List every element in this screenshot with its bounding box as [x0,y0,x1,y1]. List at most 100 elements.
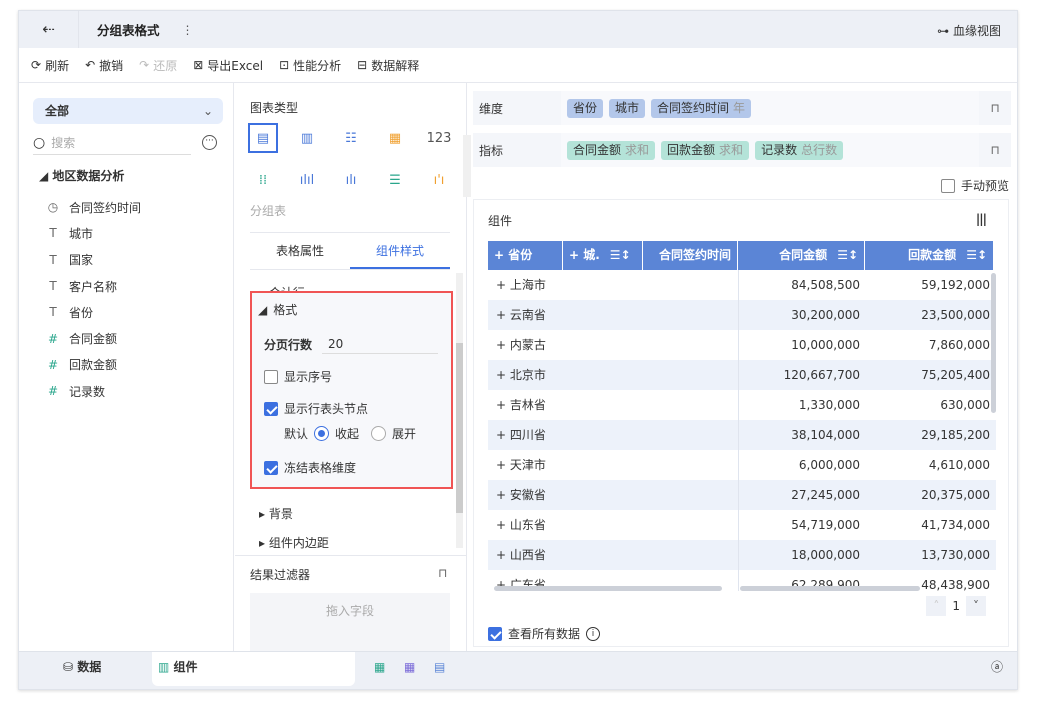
sort-icon[interactable]: ☰↕ [610,248,631,262]
column-header[interactable]: 回款金额 ☰↕ [865,241,994,270]
measure-pill[interactable]: 记录数 总行数 [755,140,844,160]
sort-icon[interactable]: ☰↕ [837,248,858,262]
group-table: + 省份☰↕ + 城. ☰↕ 合同签约时间☰↕ 合同金额 ☰↕ 回款金额 ☰↕ + 上海市 84,… [488,241,996,591]
section-background[interactable]: ▸ 背景 [259,505,293,522]
kpi-card-icon[interactable]: ▦ [380,123,410,153]
chevron-up-icon[interactable]: ˄ [926,596,947,616]
expand-icon[interactable]: + [496,398,510,412]
lock-icon[interactable]: ⊓ [979,143,1011,157]
measure-pill[interactable]: 回款金额 求和 [661,140,750,160]
exit-icon[interactable]: ⇠ [19,11,79,48]
column-header[interactable]: 合同金额 ☰↕ [738,241,865,270]
refresh-button[interactable]: ⟳ 刷新 [31,57,69,74]
expand-icon[interactable]: + [496,428,510,442]
number-icon[interactable]: 123 [424,123,454,153]
group-table-icon[interactable]: ▤ [248,123,278,153]
dimension-pill[interactable]: 城市 [609,98,646,118]
bar-chart-icon[interactable]: ılı [336,165,366,195]
refresh-icon: ⟳ [31,58,42,72]
expand-icon[interactable]: + [496,338,510,352]
tree-group[interactable]: ◢ 地区数据分析 [39,167,141,184]
table-row: + 安徽省 27,245,000 20,375,000 [488,480,996,510]
field-item[interactable]: T 省份 [39,299,141,325]
expand-icon[interactable]: + [496,488,510,502]
excel-button[interactable]: ⊠ 导出Excel [193,57,263,74]
field-item[interactable]: # 回款金额 [39,352,141,378]
field-item[interactable]: T 城市 [39,220,141,246]
cross-table-icon[interactable]: ▥ [292,123,322,153]
info-icon[interactable]: i [586,626,601,641]
waterfall-icon[interactable]: ı'ı [424,165,454,195]
detail-table-icon[interactable]: ☷ [336,123,366,153]
table-row: + 山西省 18,000,000 13,730,000 [488,540,996,570]
expand-icon[interactable]: + [496,308,510,322]
tab-data[interactable]: ⛁ 数据 [63,652,101,686]
chart-type-scrollbar[interactable] [463,135,471,197]
payment-amount-cell: 41,734,000 [921,518,990,532]
data-explain-button[interactable]: ⊟ 数据解释 [357,57,419,74]
view-all-data-checkbox[interactable]: 查看所有数据 i [488,625,601,642]
expand-icon[interactable]: + [496,278,510,292]
field-item[interactable]: # 合同金额 [39,325,141,351]
horizontal-bar-icon[interactable]: ☰ [380,165,410,195]
dimension-pill[interactable]: 合同签约时间年 [651,98,752,118]
freeze-dimension-checkbox[interactable]: 冻结表格维度 [264,459,356,476]
grouped-bar-icon[interactable]: ılıl [292,165,322,195]
field-item[interactable]: T 客户名称 [39,273,141,299]
show-row-header-checkbox[interactable]: 显示行表头节点 [264,400,368,417]
expand-icon[interactable]: + [494,248,508,262]
chart-settings-icon[interactable]: ||| [976,212,987,226]
tab-component[interactable]: ▥ 组件 [152,652,355,686]
expand-icon[interactable]: + [496,458,510,472]
search-input[interactable]: ○ 搜索 [33,133,191,155]
measure-pill[interactable]: 合同金额 求和 [567,140,656,160]
payment-amount-cell: 4,610,000 [928,458,990,472]
page-rows-input[interactable]: 20 [322,335,439,354]
horizontal-scrollbar[interactable] [740,586,920,591]
divider [738,330,739,360]
tab-table-properties[interactable]: 表格属性 [250,233,350,269]
more-icon[interactable]: ··· [202,135,217,150]
lock-icon[interactable]: ⊓ [438,566,447,580]
vertical-dots-icon[interactable]: ⋮ [182,23,194,37]
horizontal-scrollbar[interactable] [494,586,722,591]
expand-icon[interactable]: + [496,548,510,562]
column-header[interactable]: + 城. ☰↕ [563,241,643,270]
vertical-scrollbar[interactable] [991,273,996,413]
radio-collapse[interactable] [314,426,330,441]
field-item[interactable]: ◷ 合同签约时间 [39,194,141,220]
add-text-icon[interactable]: ▤ [434,652,445,686]
scatter-bar-icon[interactable]: ⁞⁞ [248,165,278,195]
province-cell: + 天津市 [496,458,546,472]
radio-expand[interactable] [371,426,387,441]
manual-preview-checkbox[interactable]: 手动预览 [940,177,1009,194]
dataset-select[interactable]: 全部 ⌄ [33,98,223,124]
divider [738,510,739,540]
expand-icon[interactable]: + [569,248,583,262]
dimension-pill[interactable]: 省份 [567,98,604,118]
section-padding[interactable]: ▸ 组件内边距 [259,534,329,551]
undo-button[interactable]: ↶ 撤销 [85,57,123,74]
expand-icon[interactable]: + [496,368,510,382]
payment-amount-cell: 630,000 [940,398,990,412]
lock-icon[interactable]: ⊓ [979,101,1011,115]
expand-icon[interactable]: + [496,518,510,532]
sort-icon[interactable]: ☰↕ [966,248,987,262]
section-format-header[interactable]: ◢ 格式 [258,301,297,318]
chevron-down-icon[interactable]: ˅ [966,596,986,616]
collapse-up-icon[interactable]: ⓐ [991,652,1003,686]
add-filter-icon[interactable]: ▦ [404,652,415,686]
lineage-view-button[interactable]: ⊶ 血缘视图 [937,22,1001,39]
field-item[interactable]: T 国家 [39,247,141,273]
style-scrollbar[interactable] [456,273,463,548]
performance-button[interactable]: ⊡ 性能分析 [279,57,341,74]
column-header[interactable]: + 省份☰↕ [488,241,563,291]
show-index-checkbox[interactable]: 显示序号 [264,368,332,385]
add-component-icon[interactable]: ▦ [374,652,385,686]
tab-component-style[interactable]: 组件样式 [350,233,450,269]
column-header[interactable]: 合同签约时间☰↕ [643,241,738,291]
redo-button[interactable]: ↷ 还原 [139,57,177,74]
text-field-icon: T [49,226,57,241]
field-item[interactable]: # 记录数 [39,378,141,404]
filter-drop-zone[interactable]: 拖入字段 [250,593,450,655]
